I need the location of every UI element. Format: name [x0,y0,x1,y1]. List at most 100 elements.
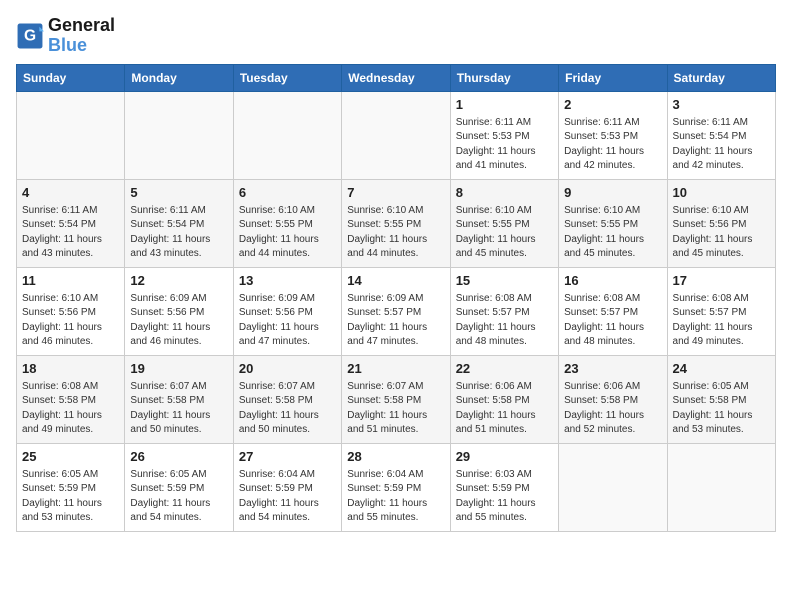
day-number: 16 [564,272,661,290]
day-of-week-header: Wednesday [342,64,450,91]
calendar-body: 1Sunrise: 6:11 AMSunset: 5:53 PMDaylight… [17,91,776,531]
calendar-cell [17,91,125,179]
day-number: 17 [673,272,770,290]
day-info: Sunrise: 6:08 AMSunset: 5:58 PMDaylight:… [22,380,119,438]
day-of-week-header: Saturday [667,64,775,91]
day-number: 14 [347,272,444,290]
calendar-cell: 11 Sunrise: 6:10 AMSunset: 5:56 PMDayligh… [17,267,125,355]
calendar-week-row: 4 Sunrise: 6:11 AMSunset: 5:54 PMDaylight… [17,179,776,267]
day-of-week-header: Tuesday [233,64,341,91]
calendar-cell: 18 Sunrise: 6:08 AMSunset: 5:58 PMDayligh… [17,355,125,443]
day-info: Sunrise: 6:08 AMSunset: 5:57 PMDaylight:… [673,292,770,350]
day-number: 8 [456,184,553,202]
day-number: 29 [456,448,553,466]
calendar-cell [125,91,233,179]
calendar-week-row: 11 Sunrise: 6:10 AMSunset: 5:56 PMDayligh… [17,267,776,355]
day-info: Sunrise: 6:04 AMSunset: 5:59 PMDaylight:… [347,468,444,526]
day-number: 6 [239,184,336,202]
day-info: Sunrise: 6:06 AMSunset: 5:58 PMDaylight:… [564,380,661,438]
calendar-cell: 2Sunrise: 6:11 AMSunset: 5:53 PMDaylight… [559,91,667,179]
calendar-cell: 7 Sunrise: 6:10 AMSunset: 5:55 PMDaylight… [342,179,450,267]
day-number: 27 [239,448,336,466]
day-info: Sunrise: 6:07 AMSunset: 5:58 PMDaylight:… [347,380,444,438]
logo: G GeneralBlue [16,16,115,56]
day-info: Sunrise: 6:06 AMSunset: 5:58 PMDaylight:… [456,380,553,438]
day-of-week-header: Friday [559,64,667,91]
day-number: 15 [456,272,553,290]
day-info: Sunrise: 6:10 AMSunset: 5:55 PMDaylight:… [239,204,336,262]
calendar-week-row: 18 Sunrise: 6:08 AMSunset: 5:58 PMDayligh… [17,355,776,443]
calendar-cell: 14 Sunrise: 6:09 AMSunset: 5:57 PMDayligh… [342,267,450,355]
calendar-cell: 28Sunrise: 6:04 AMSunset: 5:59 PMDayligh… [342,443,450,531]
page-header: G GeneralBlue [16,16,776,56]
day-info: Sunrise: 6:09 AMSunset: 5:57 PMDaylight:… [347,292,444,350]
day-of-week-header: Sunday [17,64,125,91]
day-of-week-header: Monday [125,64,233,91]
day-of-week-header: Thursday [450,64,558,91]
day-info: Sunrise: 6:10 AMSunset: 5:55 PMDaylight:… [347,204,444,262]
calendar-cell: 3 Sunrise: 6:11 AMSunset: 5:54 PMDaylight… [667,91,775,179]
day-info: Sunrise: 6:07 AMSunset: 5:58 PMDaylight:… [239,380,336,438]
day-info: Sunrise: 6:07 AMSunset: 5:58 PMDaylight:… [130,380,227,438]
day-number: 19 [130,360,227,378]
header-row: SundayMondayTuesdayWednesdayThursdayFrid… [17,64,776,91]
calendar-cell: 23 Sunrise: 6:06 AMSunset: 5:58 PMDayligh… [559,355,667,443]
day-number: 25 [22,448,119,466]
day-info: Sunrise: 6:11 AMSunset: 5:54 PMDaylight:… [130,204,227,262]
calendar-cell: 21 Sunrise: 6:07 AMSunset: 5:58 PMDayligh… [342,355,450,443]
calendar-table: SundayMondayTuesdayWednesdayThursdayFrid… [16,64,776,532]
day-number: 2 [564,96,661,114]
calendar-cell: 9 Sunrise: 6:10 AMSunset: 5:55 PMDaylight… [559,179,667,267]
day-number: 4 [22,184,119,202]
calendar-cell: 8 Sunrise: 6:10 AMSunset: 5:55 PMDaylight… [450,179,558,267]
day-info: Sunrise: 6:10 AMSunset: 5:55 PMDaylight:… [456,204,553,262]
calendar-cell: 5 Sunrise: 6:11 AMSunset: 5:54 PMDaylight… [125,179,233,267]
day-number: 11 [22,272,119,290]
day-number: 20 [239,360,336,378]
calendar-cell: 4 Sunrise: 6:11 AMSunset: 5:54 PMDaylight… [17,179,125,267]
calendar-cell: 15 Sunrise: 6:08 AMSunset: 5:57 PMDayligh… [450,267,558,355]
day-number: 18 [22,360,119,378]
calendar-cell: 10 Sunrise: 6:10 AMSunset: 5:56 PMDayligh… [667,179,775,267]
calendar-cell: 20 Sunrise: 6:07 AMSunset: 5:58 PMDayligh… [233,355,341,443]
day-info: Sunrise: 6:11 AMSunset: 5:54 PMDaylight:… [673,116,770,174]
calendar-cell: 19 Sunrise: 6:07 AMSunset: 5:58 PMDayligh… [125,355,233,443]
calendar-header: SundayMondayTuesdayWednesdayThursdayFrid… [17,64,776,91]
calendar-cell: 13 Sunrise: 6:09 AMSunset: 5:56 PMDayligh… [233,267,341,355]
logo-icon: G [16,22,44,50]
day-number: 13 [239,272,336,290]
day-number: 7 [347,184,444,202]
day-number: 26 [130,448,227,466]
calendar-cell: 12 Sunrise: 6:09 AMSunset: 5:56 PMDayligh… [125,267,233,355]
day-info: Sunrise: 6:08 AMSunset: 5:57 PMDaylight:… [564,292,661,350]
calendar-cell: 25 Sunrise: 6:05 AMSunset: 5:59 PMDayligh… [17,443,125,531]
day-number: 9 [564,184,661,202]
day-number: 3 [673,96,770,114]
day-number: 5 [130,184,227,202]
calendar-cell: 17 Sunrise: 6:08 AMSunset: 5:57 PMDayligh… [667,267,775,355]
day-info: Sunrise: 6:11 AMSunset: 5:54 PMDaylight:… [22,204,119,262]
day-info: Sunrise: 6:09 AMSunset: 5:56 PMDaylight:… [239,292,336,350]
day-number: 21 [347,360,444,378]
calendar-cell: 29 Sunrise: 6:03 AMSunset: 5:59 PMDayligh… [450,443,558,531]
day-info: Sunrise: 6:05 AMSunset: 5:59 PMDaylight:… [22,468,119,526]
calendar-cell: 22 Sunrise: 6:06 AMSunset: 5:58 PMDayligh… [450,355,558,443]
day-number: 10 [673,184,770,202]
day-info: Sunrise: 6:09 AMSunset: 5:56 PMDaylight:… [130,292,227,350]
day-info: Sunrise: 6:08 AMSunset: 5:57 PMDaylight:… [456,292,553,350]
calendar-cell: 6 Sunrise: 6:10 AMSunset: 5:55 PMDaylight… [233,179,341,267]
calendar-cell [559,443,667,531]
svg-text:G: G [24,27,36,44]
day-info: Sunrise: 6:10 AMSunset: 5:56 PMDaylight:… [673,204,770,262]
calendar-cell: 26Sunrise: 6:05 AMSunset: 5:59 PMDayligh… [125,443,233,531]
calendar-cell [667,443,775,531]
day-number: 22 [456,360,553,378]
day-number: 23 [564,360,661,378]
day-info: Sunrise: 6:04 AMSunset: 5:59 PMDaylight:… [239,468,336,526]
day-info: Sunrise: 6:03 AMSunset: 5:59 PMDaylight:… [456,468,553,526]
day-number: 12 [130,272,227,290]
day-info: Sunrise: 6:10 AMSunset: 5:55 PMDaylight:… [564,204,661,262]
calendar-cell: 16 Sunrise: 6:08 AMSunset: 5:57 PMDayligh… [559,267,667,355]
day-info: Sunrise: 6:10 AMSunset: 5:56 PMDaylight:… [22,292,119,350]
calendar-cell: 1Sunrise: 6:11 AMSunset: 5:53 PMDaylight… [450,91,558,179]
